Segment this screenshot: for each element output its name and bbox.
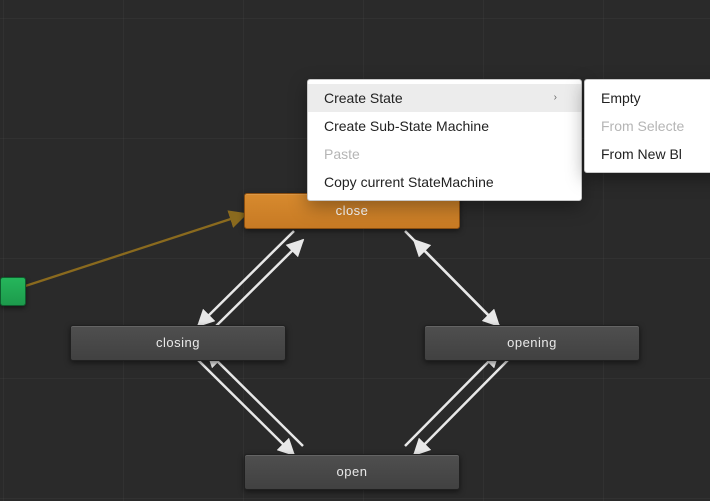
menu-item-paste: Paste [308,140,581,168]
edge-closing-open [198,360,294,455]
edge-opening-close [414,240,508,335]
node-label: closing [156,335,200,350]
menu-item-label: Copy current StateMachine [324,173,494,191]
state-machine-canvas[interactable]: close closing opening open Create State … [0,0,710,501]
node-closing[interactable]: closing [70,325,286,361]
menu-item-label: Paste [324,145,360,163]
menu-item-copy-current[interactable]: Copy current StateMachine [308,168,581,196]
submenu-item-from-selected: From Selecte [585,112,710,140]
node-opening[interactable]: opening [424,325,640,361]
menu-item-label: From Selecte [601,117,684,135]
node-label: open [337,464,368,479]
menu-item-label: Empty [601,89,641,107]
menu-item-create-sub-sm[interactable]: Create Sub-State Machine [308,112,581,140]
menu-item-label: Create State [324,89,403,107]
edge-entry-close [13,214,246,290]
edge-closing-close [207,240,303,335]
menu-item-create-state[interactable]: Create State › [308,84,581,112]
edge-close-closing [198,231,294,326]
edge-opening-open [414,360,508,455]
edge-layer [0,0,710,501]
submenu-item-from-new-bt[interactable]: From New Bl [585,140,710,168]
menu-item-label: From New Bl [601,145,682,163]
node-open[interactable]: open [244,454,460,490]
menu-item-label: Create Sub-State Machine [324,117,489,135]
edge-open-opening [405,351,499,446]
entry-node[interactable] [0,277,26,306]
node-label: opening [507,335,557,350]
context-submenu: Empty From Selecte From New Bl [584,79,710,173]
context-menu: Create State › Create Sub-State Machine … [307,79,582,201]
edge-close-opening [405,231,499,326]
chevron-right-icon: › [554,89,557,107]
edge-open-closing [207,351,303,446]
submenu-item-empty[interactable]: Empty [585,84,710,112]
node-label: close [336,203,369,218]
